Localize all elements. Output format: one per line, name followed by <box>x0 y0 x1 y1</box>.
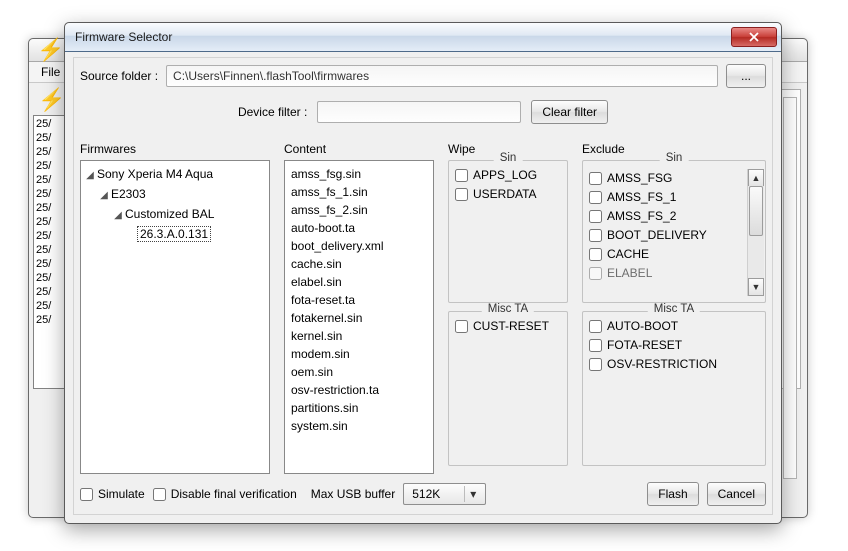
list-item[interactable]: osv-restriction.ta <box>291 381 427 399</box>
source-folder-label: Source folder : <box>80 69 158 83</box>
content-list[interactable]: amss_fsg.sin amss_fs_1.sin amss_fs_2.sin… <box>284 160 434 474</box>
firmware-selector-dialog: Firmware Selector Source folder : C:\Use… <box>64 22 782 524</box>
list-item[interactable]: fota-reset.ta <box>291 291 427 309</box>
tree-node-version[interactable]: 26.3.A.0.131 <box>85 225 265 243</box>
list-item[interactable]: amss_fs_1.sin <box>291 183 427 201</box>
simulate-checkbox[interactable]: Simulate <box>80 485 145 504</box>
exclude-amss-fs2-checkbox[interactable]: AMSS_FS_2 <box>589 207 743 226</box>
menu-file[interactable]: File <box>35 65 66 79</box>
exclude-boot-delivery-checkbox[interactable]: BOOT_DELIVERY <box>589 226 743 245</box>
exclude-fota-reset-checkbox[interactable]: FOTA-RESET <box>589 336 759 355</box>
list-item[interactable]: modem.sin <box>291 345 427 363</box>
list-item[interactable]: partitions.sin <box>291 399 427 417</box>
list-item[interactable]: fotakernel.sin <box>291 309 427 327</box>
dialog-title: Firmware Selector <box>75 30 731 44</box>
dialog-titlebar[interactable]: Firmware Selector <box>65 23 781 52</box>
flash-button[interactable]: Flash <box>647 482 698 506</box>
cancel-button[interactable]: Cancel <box>707 482 766 506</box>
exclude-amss-fs1-checkbox[interactable]: AMSS_FS_1 <box>589 188 743 207</box>
exclude-amss-fsg-checkbox[interactable]: AMSS_FSG <box>589 169 743 188</box>
content-header: Content <box>284 142 434 156</box>
device-filter-field[interactable] <box>317 101 521 123</box>
close-button[interactable] <box>731 27 777 47</box>
list-item[interactable]: boot_delivery.xml <box>291 237 427 255</box>
scroll-thumb[interactable] <box>749 186 763 236</box>
exclude-auto-boot-checkbox[interactable]: AUTO-BOOT <box>589 317 759 336</box>
source-folder-field[interactable]: C:\Users\Finnen\.flashTool\firmwares <box>166 65 718 87</box>
wipe-misc-group: Misc TA CUST-RESET <box>448 311 568 466</box>
wipe-apps-log-checkbox[interactable]: APPS_LOG <box>455 166 561 185</box>
list-item[interactable]: auto-boot.ta <box>291 219 427 237</box>
list-item[interactable]: cache.sin <box>291 255 427 273</box>
bolt-icon: ⚡ <box>38 89 65 111</box>
collapse-icon[interactable]: ◢ <box>113 207 123 225</box>
scroll-down-icon[interactable]: ▼ <box>748 278 764 296</box>
device-filter-label: Device filter : <box>238 105 307 119</box>
max-usb-select[interactable]: 512K ▾ <box>403 483 486 505</box>
wipe-sin-group: Sin APPS_LOG USERDATA <box>448 160 568 303</box>
collapse-icon[interactable]: ◢ <box>85 167 95 185</box>
wipe-userdata-checkbox[interactable]: USERDATA <box>455 185 561 204</box>
list-item[interactable]: oem.sin <box>291 363 427 381</box>
collapse-icon[interactable]: ◢ <box>99 187 109 205</box>
firmwares-tree[interactable]: ◢Sony Xperia M4 Aqua ◢E2303 ◢Customized … <box>80 160 270 474</box>
list-item[interactable]: kernel.sin <box>291 327 427 345</box>
bolt-icon: ⚡ <box>37 39 64 61</box>
exclude-sin-group: Sin AMSS_FSG AMSS_FS_1 AMSS_FS_2 BOOT_DE… <box>582 160 766 303</box>
tree-node-model[interactable]: ◢E2303 <box>85 185 265 205</box>
chevron-down-icon: ▾ <box>464 486 481 502</box>
wipe-cust-reset-checkbox[interactable]: CUST-RESET <box>455 317 561 336</box>
scroll-up-icon[interactable]: ▲ <box>748 169 764 187</box>
max-usb-label: Max USB buffer <box>311 487 395 501</box>
exclude-elabel-checkbox[interactable]: ELABEL <box>589 264 743 283</box>
list-item[interactable]: amss_fsg.sin <box>291 165 427 183</box>
tree-node-variant[interactable]: ◢Customized BAL <box>85 205 265 225</box>
tree-node-device[interactable]: ◢Sony Xperia M4 Aqua <box>85 165 265 185</box>
exclude-osv-restriction-checkbox[interactable]: OSV-RESTRICTION <box>589 355 759 374</box>
browse-button[interactable]: ... <box>726 64 766 88</box>
list-item[interactable]: amss_fs_2.sin <box>291 201 427 219</box>
list-item[interactable]: elabel.sin <box>291 273 427 291</box>
list-item[interactable]: system.sin <box>291 417 427 435</box>
exclude-cache-checkbox[interactable]: CACHE <box>589 245 743 264</box>
exclude-sin-scrollbar[interactable]: ▲ ▼ <box>747 169 764 296</box>
disable-verification-checkbox[interactable]: Disable final verification <box>153 485 297 504</box>
clear-filter-button[interactable]: Clear filter <box>531 100 608 124</box>
close-icon <box>749 32 759 42</box>
firmwares-header: Firmwares <box>80 142 270 156</box>
exclude-misc-group: Misc TA AUTO-BOOT FOTA-RESET OSV-RESTRIC… <box>582 311 766 466</box>
